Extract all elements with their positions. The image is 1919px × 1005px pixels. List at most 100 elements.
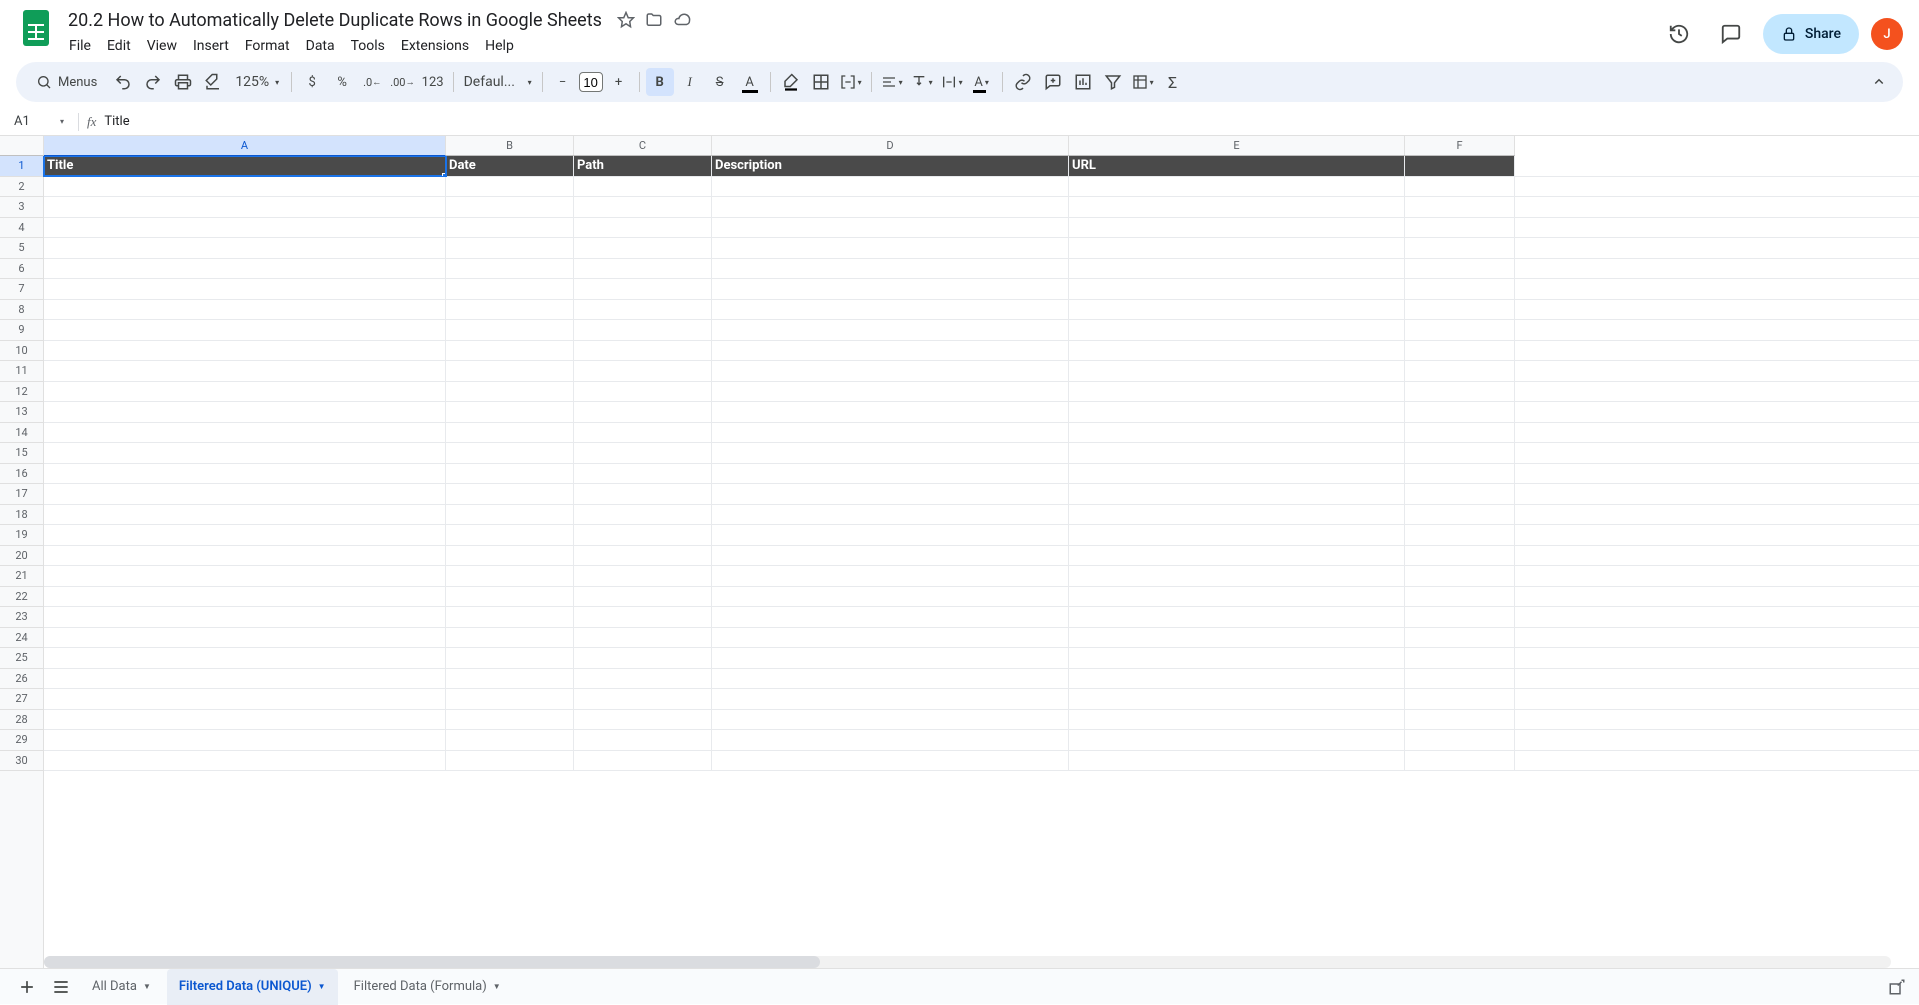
cell[interactable]: Path: [574, 156, 712, 176]
insert-chart-button[interactable]: [1069, 68, 1097, 96]
cell[interactable]: [1069, 197, 1405, 217]
bold-button[interactable]: B: [646, 68, 674, 96]
cell[interactable]: [574, 628, 712, 648]
cell[interactable]: [712, 628, 1069, 648]
cell[interactable]: [44, 177, 446, 197]
row-header[interactable]: 4: [0, 218, 43, 239]
row-header[interactable]: 19: [0, 525, 43, 546]
cell[interactable]: [446, 259, 574, 279]
text-wrap-button[interactable]: [938, 68, 966, 96]
row-header[interactable]: 29: [0, 730, 43, 751]
italic-button[interactable]: I: [676, 68, 704, 96]
menu-tools[interactable]: Tools: [344, 36, 392, 56]
cell[interactable]: [44, 525, 446, 545]
cell[interactable]: [44, 320, 446, 340]
cell[interactable]: [712, 464, 1069, 484]
cell[interactable]: [574, 607, 712, 627]
cell[interactable]: [1069, 689, 1405, 709]
cell[interactable]: [574, 279, 712, 299]
cell[interactable]: [1405, 320, 1515, 340]
cell[interactable]: [574, 669, 712, 689]
cell[interactable]: [712, 320, 1069, 340]
cell[interactable]: [446, 238, 574, 258]
row-header[interactable]: 20: [0, 546, 43, 567]
cell[interactable]: [712, 710, 1069, 730]
cell[interactable]: [712, 751, 1069, 771]
zoom-dropdown[interactable]: 125%: [229, 68, 285, 96]
cell[interactable]: [574, 464, 712, 484]
cell[interactable]: [574, 382, 712, 402]
text-color-button[interactable]: A: [736, 68, 764, 96]
decrease-fontsize-button[interactable]: −: [549, 68, 577, 96]
cell[interactable]: [1069, 566, 1405, 586]
cell[interactable]: [1069, 607, 1405, 627]
horizontal-align-button[interactable]: [878, 68, 906, 96]
row-header[interactable]: 11: [0, 361, 43, 382]
sheet-tab-all-data[interactable]: All Data▼: [80, 969, 163, 1005]
cell[interactable]: [446, 484, 574, 504]
cell[interactable]: [574, 177, 712, 197]
cell[interactable]: [1405, 259, 1515, 279]
col-header-B[interactable]: B: [446, 136, 574, 155]
selection-handle[interactable]: [442, 173, 446, 176]
row-header[interactable]: 23: [0, 607, 43, 628]
cell[interactable]: [712, 238, 1069, 258]
cell[interactable]: [574, 525, 712, 545]
cell[interactable]: [712, 669, 1069, 689]
cell[interactable]: [1405, 197, 1515, 217]
cell[interactable]: [1405, 751, 1515, 771]
cell[interactable]: [1405, 607, 1515, 627]
cell[interactable]: [1405, 689, 1515, 709]
cell[interactable]: [446, 587, 574, 607]
row-header[interactable]: 5: [0, 238, 43, 259]
name-box[interactable]: A1: [6, 114, 70, 129]
cell[interactable]: [1069, 259, 1405, 279]
percent-button[interactable]: %: [328, 68, 356, 96]
cell[interactable]: [446, 730, 574, 750]
cell[interactable]: [1069, 341, 1405, 361]
insert-comment-button[interactable]: [1039, 68, 1067, 96]
currency-button[interactable]: $: [298, 68, 326, 96]
account-avatar[interactable]: J: [1871, 18, 1903, 50]
cell[interactable]: [1069, 218, 1405, 238]
cell[interactable]: [712, 177, 1069, 197]
merge-cells-button[interactable]: [837, 68, 865, 96]
cell[interactable]: [44, 607, 446, 627]
cell[interactable]: [44, 484, 446, 504]
sheets-logo[interactable]: [16, 8, 56, 48]
row-header[interactable]: 3: [0, 197, 43, 218]
cell[interactable]: [1405, 566, 1515, 586]
cell[interactable]: [1069, 648, 1405, 668]
cell[interactable]: [712, 300, 1069, 320]
vertical-align-button[interactable]: [908, 68, 936, 96]
row-header[interactable]: 27: [0, 689, 43, 710]
cell[interactable]: [1405, 361, 1515, 381]
cell[interactable]: [1405, 669, 1515, 689]
text-rotation-button[interactable]: A: [968, 68, 996, 96]
cell[interactable]: [44, 238, 446, 258]
cell[interactable]: [1405, 505, 1515, 525]
menu-file[interactable]: File: [62, 36, 98, 56]
cell[interactable]: [1069, 361, 1405, 381]
history-icon[interactable]: [1659, 14, 1699, 54]
cell[interactable]: [446, 628, 574, 648]
cell[interactable]: [1069, 628, 1405, 648]
comments-icon[interactable]: [1711, 14, 1751, 54]
explore-button[interactable]: [1883, 973, 1911, 1001]
cell[interactable]: [44, 751, 446, 771]
cell[interactable]: [1069, 484, 1405, 504]
cell[interactable]: [712, 566, 1069, 586]
col-header-C[interactable]: C: [574, 136, 712, 155]
col-header-F[interactable]: F: [1405, 136, 1515, 155]
menu-extensions[interactable]: Extensions: [394, 36, 476, 56]
cell[interactable]: [44, 443, 446, 463]
cell[interactable]: [1069, 464, 1405, 484]
row-header[interactable]: 14: [0, 423, 43, 444]
cell[interactable]: [712, 361, 1069, 381]
cell[interactable]: [1405, 525, 1515, 545]
cell[interactable]: [712, 587, 1069, 607]
cell[interactable]: [1405, 238, 1515, 258]
strikethrough-button[interactable]: S: [706, 68, 734, 96]
cell[interactable]: [574, 587, 712, 607]
cell[interactable]: [44, 730, 446, 750]
